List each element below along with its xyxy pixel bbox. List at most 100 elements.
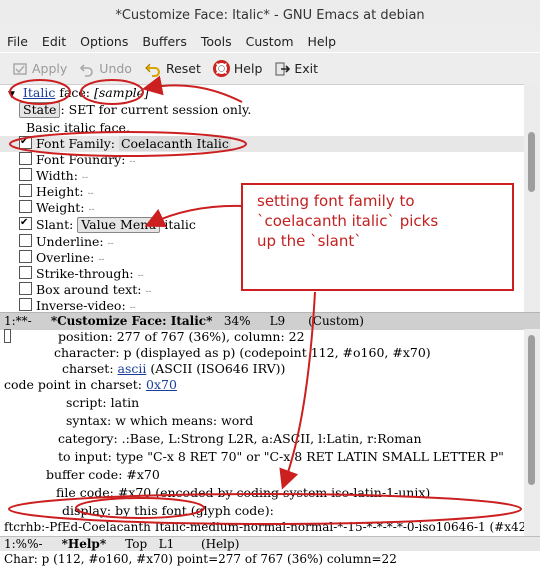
desc-code-point-label: code point in charset:: [4, 377, 146, 392]
menu-buffers[interactable]: Buffers: [135, 34, 193, 49]
font-foundry-value: --: [129, 157, 136, 167]
modeline2-line: L1: [158, 537, 175, 551]
desc-position: position: 277 of 767 (36%), column: 22: [58, 329, 305, 344]
help-scrollbar[interactable]: [524, 329, 540, 536]
collapse-triangle-icon[interactable]: ▼: [8, 90, 15, 100]
help-button[interactable]: Help: [212, 60, 263, 77]
code-point-link[interactable]: 0x70: [146, 377, 177, 392]
menubar: File Edit Options Buffers Tools Custom H…: [0, 30, 540, 52]
value-menu-button[interactable]: Value Menu: [77, 217, 161, 233]
attr-font-family: Font Family: Coelacanth Italic: [0, 134, 524, 152]
customize-scrollbar[interactable]: [524, 84, 540, 312]
width-label: Width:: [36, 168, 78, 183]
echo-area: Char: p (112, #o160, #x70) point=277 of …: [0, 551, 540, 567]
charset-link[interactable]: ascii: [118, 361, 147, 376]
menu-file[interactable]: File: [0, 34, 35, 49]
underline-value: --: [107, 239, 114, 249]
desc-script: script: latin: [66, 395, 140, 410]
menu-edit[interactable]: Edit: [35, 34, 73, 49]
exit-label: Exit: [294, 61, 319, 76]
box-label: Box around text:: [36, 282, 142, 297]
annotation-line-1: setting font family to: [257, 192, 415, 210]
inverse-video-label: Inverse-video:: [36, 298, 126, 312]
face-label: face:: [59, 85, 91, 100]
width-value: --: [81, 173, 88, 183]
desc-syntax: syntax: w which means: word: [66, 413, 254, 428]
attr-overline: Overline: --: [19, 250, 104, 266]
width-checkbox[interactable]: [19, 168, 32, 181]
annotation-line-2: `coelacanth italic` picks: [257, 212, 439, 230]
modeline2-buffer-name: *Help*: [61, 537, 107, 551]
reset-label: Reset: [165, 61, 201, 76]
height-checkbox[interactable]: [19, 184, 32, 197]
font-family-field[interactable]: Coelacanth Italic: [118, 136, 231, 151]
strike-through-value: --: [137, 271, 144, 281]
font-family-label: Font Family:: [36, 136, 115, 151]
modeline-help: 1:%%- *Help* Top L1 (Help): [0, 536, 540, 552]
desc-buffer-code: buffer code: #x70: [46, 467, 160, 482]
state-text: : SET for current session only.: [60, 102, 252, 117]
annotation-line-3: up the `slant`: [257, 232, 362, 250]
desc-charset-label: charset:: [62, 361, 118, 376]
attr-inverse-video: Inverse-video: --: [19, 298, 136, 312]
font-foundry-label: Font Foundry:: [36, 152, 126, 167]
slant-value: italic: [164, 217, 196, 232]
apply-label: Apply: [32, 61, 68, 76]
desc-code-point: code point in charset: 0x70: [4, 377, 177, 393]
weight-checkbox[interactable]: [19, 200, 32, 213]
menu-tools[interactable]: Tools: [194, 34, 239, 49]
menu-options[interactable]: Options: [73, 34, 135, 49]
exit-icon: [275, 62, 291, 75]
underline-checkbox[interactable]: [19, 234, 32, 247]
lifebuoy-icon: [212, 60, 230, 77]
weight-value: --: [88, 205, 95, 215]
font-foundry-checkbox[interactable]: [19, 152, 32, 165]
help-scrollbar-thumb[interactable]: [528, 335, 535, 485]
overline-value: --: [98, 255, 105, 265]
reset-button[interactable]: Reset: [144, 61, 201, 77]
strike-through-checkbox[interactable]: [19, 266, 32, 279]
menu-custom[interactable]: Custom: [239, 34, 301, 49]
face-doc: Basic italic face.: [26, 120, 130, 135]
height-label: Height:: [36, 184, 84, 199]
box-value: --: [145, 287, 152, 297]
face-name-link[interactable]: Italic: [23, 85, 55, 100]
reset-icon: [145, 63, 160, 77]
overline-checkbox[interactable]: [19, 250, 32, 263]
modeline-buffer-name: *Customize Face: Italic*: [50, 314, 213, 328]
desc-font-name: ftcrhb:-PfEd-Coelacanth Italic-medium-no…: [4, 520, 524, 534]
desc-display: display: by this font (glyph code):: [62, 503, 274, 518]
help-label: Help: [233, 61, 263, 76]
cursor-glyph: [4, 329, 11, 345]
attr-font-foundry: Font Foundry: --: [19, 152, 136, 168]
modeline2-mode: (Help): [200, 537, 240, 551]
menu-help[interactable]: Help: [301, 34, 344, 49]
help-pane: position: 277 of 767 (36%), column: 22 c…: [0, 329, 524, 536]
scrollbar-thumb[interactable]: [528, 132, 535, 192]
attr-width: Width: --: [19, 168, 88, 184]
exit-button[interactable]: Exit: [274, 61, 318, 77]
undo-icon: [80, 63, 94, 77]
modeline-line: L9: [269, 314, 286, 328]
modeline-mode: (Custom): [308, 314, 364, 328]
face-sample: [sample]: [94, 85, 149, 100]
state-row: State: SET for current session only.: [19, 102, 251, 118]
undo-label: Undo: [99, 61, 132, 76]
font-family-checkbox[interactable]: [19, 134, 32, 150]
inverse-video-value: --: [129, 303, 136, 312]
slant-checkbox[interactable]: [19, 215, 32, 231]
inverse-video-checkbox[interactable]: [19, 298, 32, 311]
attr-height: Height: --: [19, 184, 94, 200]
apply-button[interactable]: Apply: [12, 61, 67, 77]
desc-character: character: p (displayed as p) (codepoint…: [54, 345, 431, 360]
state-button[interactable]: State: [19, 102, 61, 118]
modeline-flags: 1:**-: [4, 314, 32, 328]
attr-slant: Slant: Value Menu italic: [19, 215, 196, 233]
box-checkbox[interactable]: [19, 282, 32, 295]
overline-label: Overline:: [36, 250, 95, 265]
desc-to-input: to input: type "C-x 8 RET 70" or "C-x 8 …: [58, 449, 504, 464]
undo-button[interactable]: Undo: [79, 61, 132, 77]
underline-label: Underline:: [36, 234, 104, 249]
modeline-position: 34%: [223, 314, 251, 328]
toolbar: Apply Undo Reset Help Exit: [0, 53, 540, 85]
